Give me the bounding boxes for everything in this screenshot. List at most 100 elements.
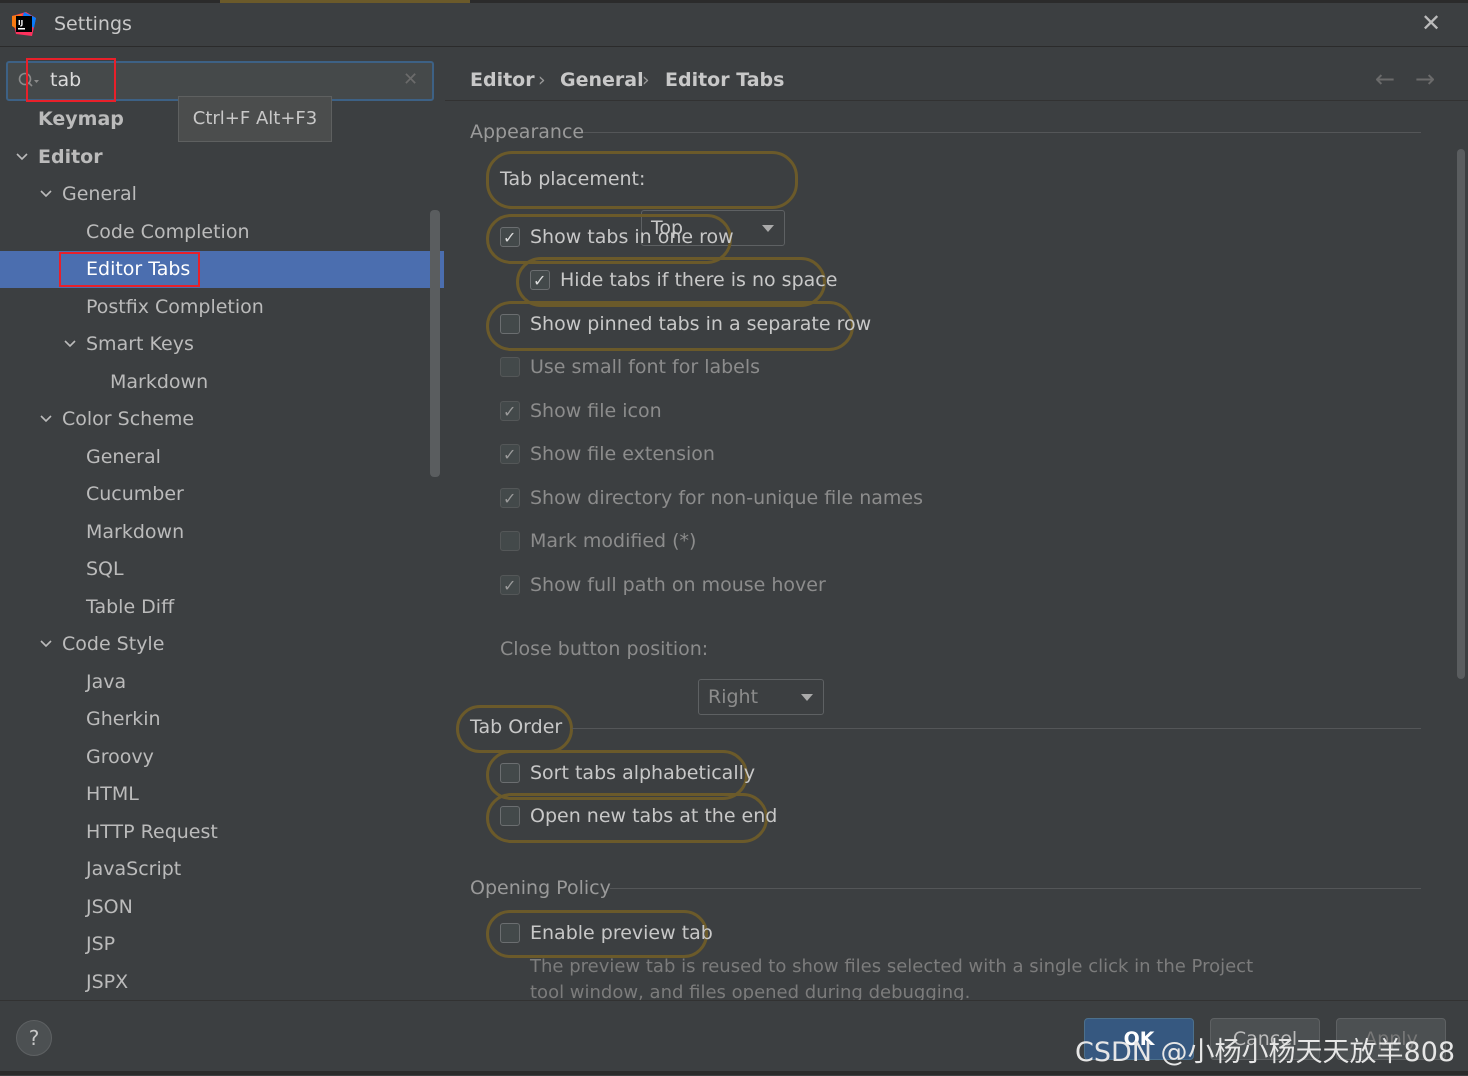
breadcrumb-general: General xyxy=(560,69,644,91)
tree-item-general[interactable]: General xyxy=(0,176,444,213)
tree-item-html[interactable]: HTML xyxy=(0,776,444,813)
title-bar: IJ Settings ✕ xyxy=(0,0,1468,47)
editor-tabs-settings: Appearance Tab placement: Top Show tabs … xyxy=(445,101,1468,1000)
chevron-down-icon[interactable] xyxy=(38,186,54,202)
tree-item-label: Postfix Completion xyxy=(86,295,264,318)
checkbox[interactable] xyxy=(500,314,520,334)
tree-item-gherkin[interactable]: Gherkin xyxy=(0,701,444,738)
checkbox[interactable] xyxy=(500,806,520,826)
checkbox-label: Use small font for labels xyxy=(530,356,761,378)
close-button-position-label: Close button position: xyxy=(500,638,709,660)
checkbox-label: Show tabs in one row xyxy=(530,226,734,248)
tree-item-label: JSP xyxy=(86,933,116,955)
tree-item-http-request[interactable]: HTTP Request xyxy=(0,814,444,851)
tree-item-label: SQL xyxy=(86,558,124,580)
tree-item-code-completion[interactable]: Code Completion xyxy=(0,214,444,251)
tree-item-color-scheme[interactable]: Color Scheme xyxy=(0,401,444,438)
tree-item-postfix-completion[interactable]: Postfix Completion xyxy=(0,289,444,326)
tree-item-label: Cucumber xyxy=(86,483,184,505)
forward-arrow-icon[interactable]: → xyxy=(1415,65,1435,93)
checkbox-label: Show full path on mouse hover xyxy=(530,574,826,596)
window-title: Settings xyxy=(54,13,132,35)
checkbox[interactable] xyxy=(500,531,520,551)
checkbox[interactable] xyxy=(500,923,520,943)
tree-item-java[interactable]: Java xyxy=(0,664,444,701)
preview-tab-description: The preview tab is reused to show files … xyxy=(530,956,1254,1000)
tree-item-editor[interactable]: Editor xyxy=(0,139,444,176)
tree-item-jspx[interactable]: JSPX xyxy=(0,964,444,1001)
tree-item-label: Keymap xyxy=(38,108,124,130)
breadcrumb-separator: › xyxy=(538,69,546,91)
tree-item-json[interactable]: JSON xyxy=(0,889,444,926)
tree-item-smart-keys[interactable]: Smart Keys xyxy=(0,326,444,363)
tree-item-label: General xyxy=(86,445,161,468)
shortcut-tooltip: Ctrl+F Alt+F3 xyxy=(178,96,332,142)
content-scrollbar[interactable] xyxy=(1457,149,1465,679)
bottom-strip xyxy=(0,1071,1468,1075)
tree-item-label: JSPX xyxy=(86,970,129,993)
tree-item-code-style[interactable]: Code Style xyxy=(0,626,444,663)
breadcrumb-editor: Editor xyxy=(470,69,535,91)
checkbox[interactable] xyxy=(500,483,520,515)
checkbox-label: Show directory for non-unique file names xyxy=(530,487,924,509)
checkbox-label: Show file icon xyxy=(530,400,662,422)
section-divider xyxy=(610,888,1421,889)
appearance-title: Appearance xyxy=(470,121,585,143)
chevron-down-icon[interactable] xyxy=(62,336,78,352)
watermark: CSDN @小杨小杨天天放羊808 xyxy=(1075,1037,1456,1068)
tree-item-label: JSON xyxy=(86,895,133,918)
dropdown-arrow-icon xyxy=(762,225,774,232)
checkbox-label: Hide tabs if there is no space xyxy=(560,269,838,291)
tree-item-label: HTML xyxy=(86,783,139,805)
checkbox[interactable] xyxy=(530,265,550,297)
checkbox-label: Show pinned tabs in a separate row xyxy=(530,313,872,335)
checkbox[interactable] xyxy=(500,763,520,783)
tree-item-markdown[interactable]: Markdown xyxy=(0,514,444,551)
tree-item-label: Smart Keys xyxy=(86,333,194,355)
tree-item-jsp[interactable]: JSP xyxy=(0,926,444,963)
svg-text:IJ: IJ xyxy=(18,19,23,27)
tree-item-label: Java xyxy=(86,670,127,693)
tab-order-title: Tab Order xyxy=(470,716,563,738)
tree-item-label: Markdown xyxy=(86,520,185,543)
checkbox[interactable] xyxy=(500,222,520,254)
intellij-logo-icon: IJ xyxy=(12,12,36,36)
tree-item-javascript[interactable]: JavaScript xyxy=(0,851,444,888)
tree-item-general[interactable]: General xyxy=(0,439,444,476)
tree-item-label: Gherkin xyxy=(86,708,161,730)
chevron-down-icon[interactable] xyxy=(38,411,54,427)
close-button-position-dropdown[interactable]: Right xyxy=(698,679,824,715)
close-icon[interactable]: ✕ xyxy=(1418,10,1444,36)
tree-item-sql[interactable]: SQL xyxy=(0,551,444,588)
checkbox[interactable] xyxy=(500,357,520,377)
tree-item-table-diff[interactable]: Table Diff xyxy=(0,589,444,626)
help-button[interactable]: ? xyxy=(16,1020,52,1056)
tree-item-label: General xyxy=(62,183,137,205)
editor-tabs-annotation-box xyxy=(59,252,200,287)
breadcrumb: Editor › General › Editor Tabs ← → xyxy=(445,47,1468,101)
chevron-down-icon[interactable] xyxy=(14,149,30,165)
top-strip-tab xyxy=(220,0,470,3)
checkbox-label: Mark modified (*) xyxy=(530,530,697,552)
checkbox-label: Sort tabs alphabetically xyxy=(530,762,756,784)
tree-item-markdown[interactable]: Markdown xyxy=(0,364,444,401)
back-arrow-icon[interactable]: ← xyxy=(1375,65,1395,93)
clear-search-icon[interactable]: ✕ xyxy=(403,69,418,90)
tree-item-label: Groovy xyxy=(86,745,154,768)
chevron-down-icon[interactable] xyxy=(38,636,54,652)
section-divider xyxy=(572,728,1421,729)
tree-item-label: Code Style xyxy=(62,633,165,655)
tree-item-label: Code Completion xyxy=(86,220,250,243)
tree-item-label: HTTP Request xyxy=(86,820,218,843)
tree-item-cucumber[interactable]: Cucumber xyxy=(0,476,444,513)
settings-content-panel: Editor › General › Editor Tabs ← → Appea… xyxy=(445,47,1468,1000)
checkbox[interactable] xyxy=(500,439,520,471)
tree-scrollbar[interactable] xyxy=(430,210,440,477)
tab-placement-label: Tab placement: xyxy=(500,168,646,190)
section-divider xyxy=(583,132,1421,133)
tree-item-groovy[interactable]: Groovy xyxy=(0,739,444,776)
checkbox-label: Show file extension xyxy=(530,443,715,465)
checkbox[interactable] xyxy=(500,396,520,428)
checkbox[interactable] xyxy=(500,570,520,602)
tree-item-label: Markdown xyxy=(110,370,209,393)
